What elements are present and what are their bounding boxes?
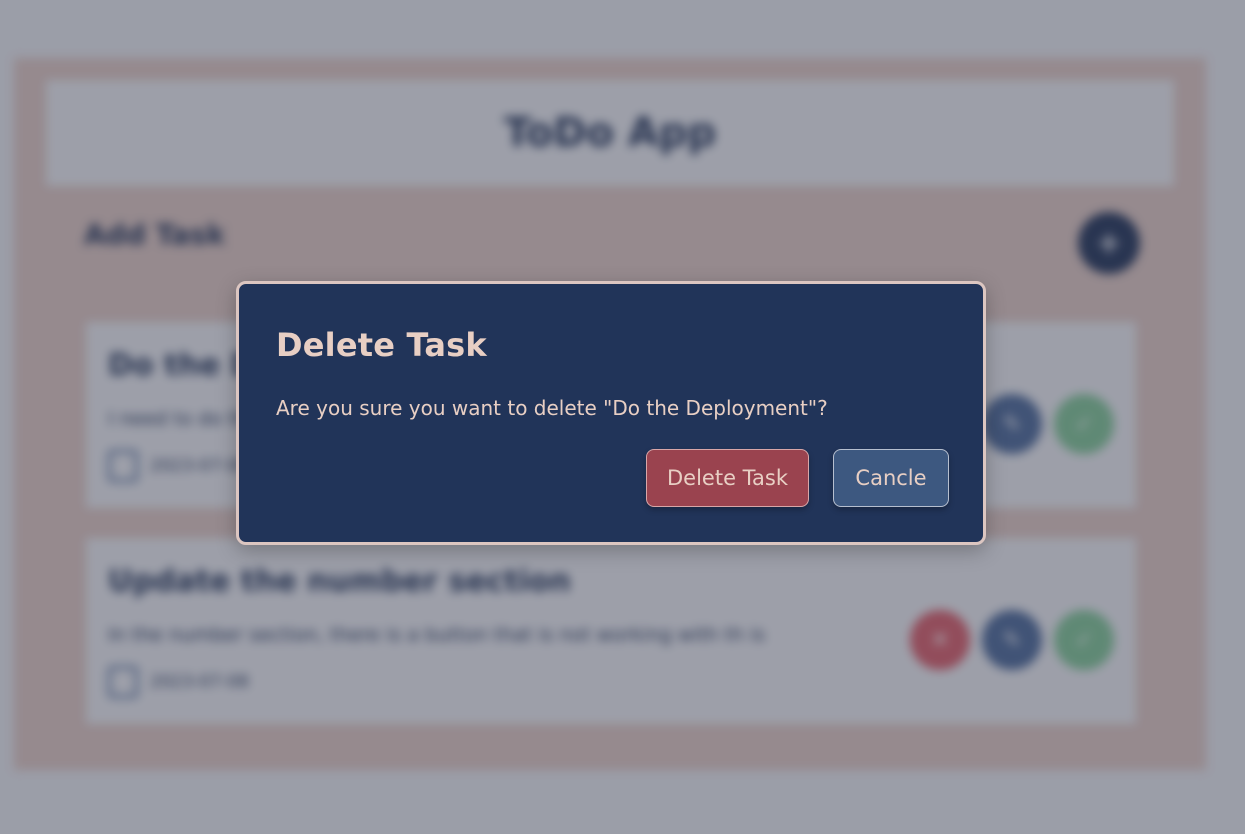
dialog-title: Delete Task	[276, 326, 487, 364]
cancel-button[interactable]: Cancle	[833, 449, 949, 507]
confirm-delete-button[interactable]: Delete Task	[646, 449, 809, 507]
delete-task-dialog: Delete Task Are you sure you want to del…	[236, 281, 986, 545]
dialog-message: Are you sure you want to delete "Do the …	[276, 396, 828, 420]
